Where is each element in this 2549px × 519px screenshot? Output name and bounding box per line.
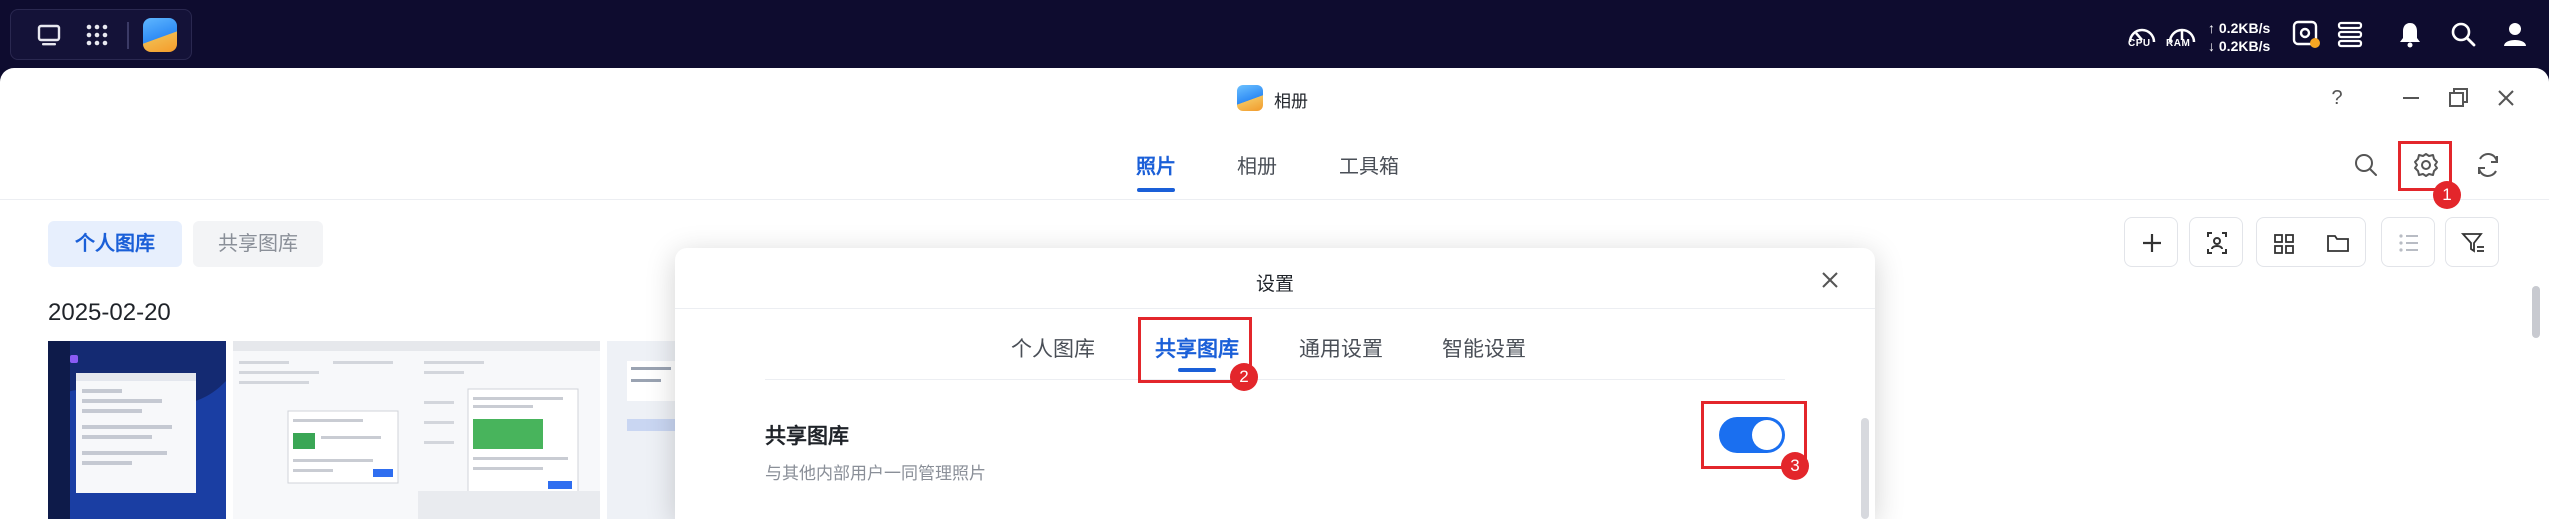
screenshot-thumbnail-image xyxy=(418,341,600,519)
show-desktop-button[interactable] xyxy=(32,18,66,52)
screenshot-thumbnail-image xyxy=(233,341,418,519)
page-scrollbar[interactable] xyxy=(2532,286,2540,338)
tab-personal-library[interactable]: 个人图库 xyxy=(1011,333,1095,363)
app-launcher-button[interactable] xyxy=(80,18,114,52)
app-dock xyxy=(10,9,192,60)
annotation-badge-1: 1 xyxy=(2433,181,2461,209)
view-mode-group xyxy=(2256,217,2366,267)
shared-library-setting-description: 与其他内部用户一同管理照片 xyxy=(765,464,986,483)
shared-library-button[interactable]: 共享图库 xyxy=(193,221,323,267)
download-speed: ↓ 0.2KB/s xyxy=(2208,38,2271,54)
upload-speed: ↑ 0.2KB/s xyxy=(2208,20,2271,36)
global-search-icon[interactable] xyxy=(2447,18,2479,50)
dialog-title: 设置 xyxy=(1255,274,1294,295)
scan-icon xyxy=(2207,232,2227,254)
plus-icon xyxy=(2143,234,2161,252)
photos-app-icon[interactable] xyxy=(143,18,177,52)
cpu-label: CPU xyxy=(2128,38,2151,49)
shared-library-setting-title: 共享图库 xyxy=(765,425,849,448)
user-account-icon[interactable] xyxy=(2499,18,2531,50)
main-tab-bar: 照片 相册 工具箱 xyxy=(0,128,2549,200)
personal-library-button[interactable]: 个人图库 xyxy=(48,221,182,267)
search-icon[interactable] xyxy=(2346,145,2386,185)
dialog-divider xyxy=(675,308,1875,309)
date-group-label: 2025-02-20 xyxy=(48,299,171,326)
tab-albums[interactable]: 相册 xyxy=(1237,150,1277,179)
help-button[interactable]: ? xyxy=(2321,82,2353,114)
window-title: 相册 xyxy=(1274,92,1308,111)
task-manager-icon[interactable] xyxy=(2290,18,2322,50)
dock-divider xyxy=(127,22,129,49)
close-window-button[interactable] xyxy=(2490,82,2522,114)
screenshot-thumbnail-image xyxy=(48,341,226,519)
face-scan-button[interactable] xyxy=(2189,217,2243,267)
grid-icon xyxy=(86,24,108,46)
settings-dialog: 设置 个人图库 共享图库 通用设置 智能设置 共享图库 与其他内部用户一同管理照… xyxy=(675,248,1875,519)
photo-thumbnail[interactable] xyxy=(48,341,226,519)
grid-view-icon[interactable] xyxy=(2257,218,2311,268)
photo-thumbnail[interactable] xyxy=(233,341,418,519)
list-icon xyxy=(2399,234,2418,252)
photos-app-icon xyxy=(1237,85,1263,111)
dialog-scrollbar[interactable] xyxy=(1861,418,1869,519)
folder-view-icon[interactable] xyxy=(2311,218,2365,268)
notification-bell-icon[interactable] xyxy=(2394,18,2426,50)
active-tab-indicator xyxy=(1137,188,1175,192)
filter-icon xyxy=(2460,233,2484,253)
minimize-button[interactable] xyxy=(2395,82,2427,114)
tab-photos[interactable]: 照片 xyxy=(1136,150,1176,179)
annotation-badge-2: 2 xyxy=(1230,363,1258,391)
tab-smart-settings[interactable]: 智能设置 xyxy=(1442,333,1526,363)
dialog-tabs-divider xyxy=(765,379,1785,380)
desktop-icon xyxy=(37,24,61,46)
system-taskbar: CPU RAM ↑ 0.2KB/s ↓ 0.2KB/s xyxy=(0,0,2549,68)
add-button[interactable] xyxy=(2124,217,2178,267)
annotation-badge-3: 3 xyxy=(1781,452,1809,480)
list-view-button[interactable] xyxy=(2381,217,2435,267)
ram-label: RAM xyxy=(2166,38,2191,49)
control-panel-icon[interactable] xyxy=(2334,18,2366,50)
maximize-button[interactable] xyxy=(2442,82,2474,114)
photo-thumbnail[interactable] xyxy=(418,341,600,519)
tab-general-settings[interactable]: 通用设置 xyxy=(1299,333,1383,363)
window-titlebar: 相册 ? xyxy=(0,68,2549,128)
close-dialog-icon[interactable] xyxy=(1815,265,1845,295)
refresh-icon[interactable] xyxy=(2468,145,2508,185)
tab-toolbox[interactable]: 工具箱 xyxy=(1339,150,1399,179)
photo-thumbnail[interactable] xyxy=(607,341,677,519)
filter-button[interactable] xyxy=(2445,217,2499,267)
screenshot-thumbnail-image xyxy=(607,341,677,519)
